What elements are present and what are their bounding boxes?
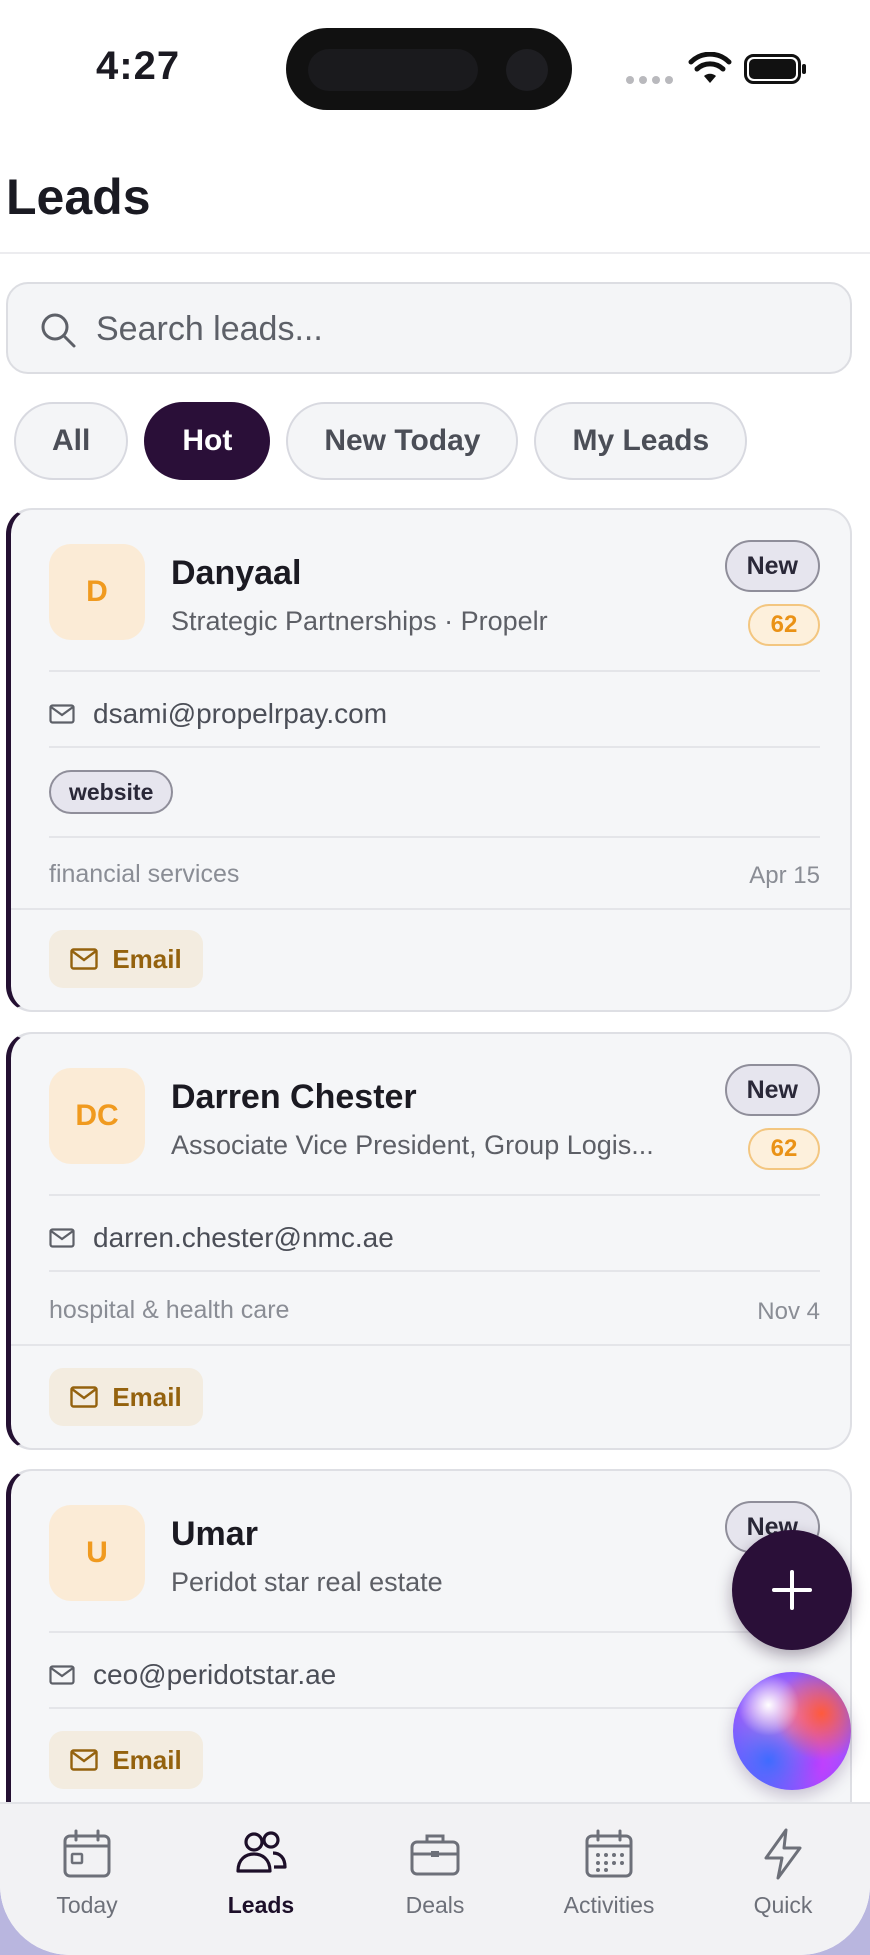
search-input[interactable] — [96, 300, 816, 358]
status-time: 4:27 — [96, 44, 181, 88]
tab-leads[interactable]: Leads — [174, 1804, 348, 1955]
lead-subtitle: Peridot star real estate — [171, 1567, 443, 1597]
lead-date: Nov 4 — [757, 1298, 820, 1325]
plus-icon — [772, 1570, 812, 1610]
tab-label: Activities — [563, 1892, 655, 1918]
status-badge: New — [724, 540, 820, 592]
mail-icon — [70, 1749, 99, 1771]
front-camera — [506, 49, 548, 91]
divider — [49, 1707, 820, 1709]
status-badge: New — [724, 1064, 820, 1116]
email-row[interactable]: dsami@propelrpay.com — [49, 698, 387, 730]
lead-industry: financial services — [49, 860, 240, 888]
battery-icon — [744, 54, 806, 84]
page-title: Leads — [6, 169, 151, 225]
bottom-tab-bar: Today Leads Deals Activities Quick — [0, 1802, 870, 1955]
tab-quick[interactable]: Quick — [696, 1804, 870, 1955]
island-sensor — [308, 49, 478, 91]
score-badge: 62 — [748, 1128, 820, 1170]
lead-card[interactable]: DC Darren Chester Associate Vice Preside… — [6, 1032, 852, 1450]
lead-name: Umar — [171, 1515, 258, 1553]
lead-email: ceo@peridotstar.ae — [93, 1659, 337, 1690]
divider — [49, 1631, 820, 1633]
email-button-label: Email — [112, 1744, 182, 1775]
mail-icon — [70, 948, 99, 970]
email-button-label: Email — [112, 943, 182, 974]
filter-chip-all[interactable]: All — [14, 402, 129, 480]
lead-industry: hospital & health care — [49, 1296, 290, 1324]
wifi-icon — [688, 52, 732, 83]
cellular-signal-icon — [626, 76, 673, 84]
tab-deals[interactable]: Deals — [348, 1804, 522, 1955]
lead-email: dsami@propelrpay.com — [93, 698, 388, 729]
source-tag: website — [49, 770, 174, 814]
calendar-day-icon — [63, 1829, 111, 1878]
filter-chips: All Hot New Today My Leads — [14, 402, 748, 480]
lead-subtitle: Associate Vice President, Group Logis... — [171, 1130, 654, 1160]
email-button[interactable]: Email — [49, 1368, 203, 1426]
dynamic-island — [286, 28, 572, 110]
tab-label: Today — [56, 1892, 118, 1918]
email-button-label: Email — [112, 1381, 182, 1412]
lead-card[interactable]: D Danyaal Strategic Partnerships · Prope… — [6, 508, 852, 1012]
divider — [49, 1270, 820, 1272]
search-box[interactable] — [6, 282, 852, 374]
lead-name: Darren Chester — [171, 1078, 417, 1116]
email-row[interactable]: darren.chester@nmc.ae — [49, 1222, 394, 1254]
mail-icon — [49, 704, 75, 724]
filter-chip-new-today[interactable]: New Today — [286, 402, 519, 480]
divider — [49, 836, 820, 838]
divider — [49, 746, 820, 748]
mail-icon — [70, 1386, 99, 1408]
email-button[interactable]: Email — [49, 930, 203, 988]
search-icon — [41, 313, 76, 348]
score-badge: 62 — [748, 604, 820, 646]
filter-chip-hot[interactable]: Hot — [144, 402, 271, 480]
ai-assistant-orb-button[interactable] — [733, 1672, 851, 1790]
divider — [11, 908, 850, 910]
users-icon — [236, 1831, 287, 1873]
mail-icon — [49, 1665, 75, 1685]
page-header: Leads — [0, 150, 870, 254]
tab-label: Quick — [753, 1892, 813, 1918]
lightning-icon — [764, 1828, 802, 1880]
divider — [11, 1344, 850, 1346]
email-row[interactable]: ceo@peridotstar.ae — [49, 1659, 336, 1691]
avatar: DC — [49, 1068, 145, 1164]
add-lead-button[interactable] — [732, 1530, 852, 1650]
lead-name: Danyaal — [171, 554, 302, 592]
tab-label: Deals — [405, 1892, 465, 1918]
mail-icon — [49, 1228, 75, 1248]
tab-label: Leads — [227, 1892, 295, 1918]
email-button[interactable]: Email — [49, 1731, 203, 1789]
tab-activities[interactable]: Activities — [522, 1804, 696, 1955]
lead-subtitle: Strategic Partnerships · Propelr — [171, 606, 548, 636]
filter-chip-my-leads[interactable]: My Leads — [534, 402, 748, 480]
lead-date: Apr 15 — [749, 862, 820, 889]
briefcase-icon — [410, 1834, 460, 1876]
tab-today[interactable]: Today — [0, 1804, 174, 1955]
calendar-grid-icon — [585, 1829, 633, 1878]
app-screen: 4:27 Leads All Hot New — [0, 0, 870, 1955]
lead-email: darren.chester@nmc.ae — [93, 1222, 394, 1253]
avatar: D — [49, 544, 145, 640]
divider — [49, 1194, 820, 1196]
divider — [49, 670, 820, 672]
status-bar: 4:27 — [0, 0, 870, 120]
avatar: U — [49, 1505, 145, 1601]
